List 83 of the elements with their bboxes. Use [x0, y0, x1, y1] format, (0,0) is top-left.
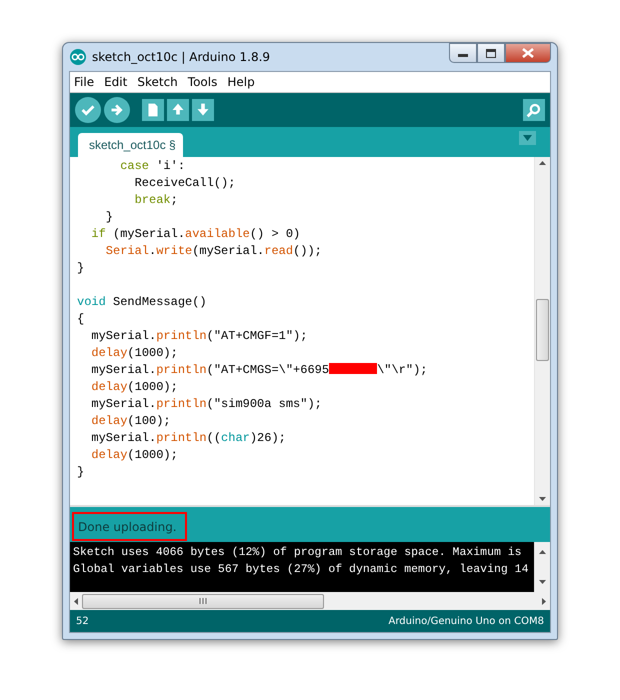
menu-item[interactable]: Help: [226, 75, 256, 89]
code-token: )26);: [250, 431, 286, 445]
close-button[interactable]: [505, 43, 551, 63]
code-token: (1000);: [127, 380, 178, 394]
tab-menu-button[interactable]: [519, 131, 536, 145]
code-token: \"\r");: [377, 363, 428, 377]
scroll-down-icon: [539, 580, 546, 584]
console-line: Global variables use 567 bytes (27%) of dynamic memory, leaving 14: [73, 562, 530, 578]
scroll-up-icon: [539, 550, 546, 554]
file-tab[interactable]: sketch_oct10c §: [78, 133, 183, 157]
menu-item[interactable]: Edit: [103, 75, 128, 89]
upload-button[interactable]: [104, 97, 130, 123]
code-token: () > 0): [250, 227, 300, 241]
code-token: println: [156, 363, 207, 377]
code-token: .: [149, 244, 156, 258]
code-token: write: [156, 244, 192, 258]
code-token: break: [134, 193, 171, 207]
code-token: if: [90, 227, 106, 241]
code-token: ("AT+CMGF=1");: [206, 329, 308, 343]
serial-monitor-button[interactable]: [523, 99, 545, 121]
vertical-scrollbar[interactable]: [534, 157, 550, 505]
console-scrollbar[interactable]: [534, 542, 550, 592]
code-token: mySerial.: [90, 431, 156, 445]
maximize-button[interactable]: [477, 43, 505, 63]
code-token: mySerial.: [90, 397, 156, 411]
open-button[interactable]: [167, 99, 189, 121]
code-token: delay: [90, 414, 128, 428]
infinity-logo-icon: [69, 49, 87, 65]
code-token: 'i':: [155, 159, 186, 173]
code-token: read: [264, 244, 294, 258]
scroll-up-icon: [539, 161, 546, 165]
code-token: }: [104, 210, 114, 224]
scroll-thumb[interactable]: [82, 594, 324, 608]
horizontal-scrollbar[interactable]: [70, 592, 550, 610]
console-line: Sketch uses 4066 bytes (12%) of program storage space. Maximum is: [73, 545, 523, 561]
window-title: sketch_oct10c | Arduino 1.8.9: [92, 50, 270, 64]
code-token: ReceiveCall();: [134, 176, 236, 190]
code-token: SendMessage(): [112, 295, 207, 309]
board-info: Arduino/Genuino Uno on COM8: [388, 616, 544, 626]
code-token: ());: [293, 244, 322, 258]
grip-icon: [199, 598, 207, 604]
code-token: ("AT+CMGS=\"+6695: [206, 363, 330, 377]
redaction-mark: [329, 363, 378, 374]
verify-button[interactable]: [75, 97, 101, 123]
maximize-icon: [486, 48, 496, 58]
code-token: println: [156, 431, 207, 445]
code-token: delay: [90, 448, 128, 462]
code-token: }: [77, 261, 84, 275]
code-token: (100);: [127, 414, 171, 428]
code-token: (1000);: [127, 448, 178, 462]
code-token: ((: [206, 431, 222, 445]
code-token: delay: [90, 346, 128, 360]
scroll-down-icon: [539, 497, 546, 501]
caret-icon: [523, 135, 532, 141]
code-token: }: [77, 465, 84, 479]
save-button[interactable]: [192, 99, 214, 121]
scroll-right-icon: [542, 598, 546, 604]
code-token: {: [77, 312, 84, 326]
code-token: void: [77, 295, 106, 309]
code-token: Serial: [104, 244, 150, 258]
code-token: (mySerial.: [112, 227, 186, 241]
code-token: (1000);: [127, 346, 178, 360]
code-token: ;: [170, 193, 178, 207]
code-token: case: [119, 159, 150, 173]
code-token: mySerial.: [90, 363, 156, 377]
scroll-left-icon: [74, 598, 78, 604]
menu-item[interactable]: Tools: [186, 75, 218, 89]
code-token: mySerial.: [90, 329, 156, 343]
minimize-button[interactable]: [449, 43, 477, 63]
code-token: char: [221, 431, 250, 445]
new-button[interactable]: [142, 99, 164, 121]
code-token: println: [156, 397, 207, 411]
code-token: (mySerial.: [192, 244, 264, 258]
status-message: Done uploading.: [72, 512, 187, 541]
line-number: 52: [76, 616, 89, 626]
menu-item[interactable]: File: [73, 75, 96, 89]
code-token: delay: [90, 380, 128, 394]
code-token: available: [185, 227, 250, 241]
scroll-thumb[interactable]: [536, 299, 549, 361]
close-icon: [522, 48, 534, 58]
code-token: ("sim900a sms");: [206, 397, 322, 411]
code-token: println: [156, 329, 207, 343]
menu-item[interactable]: Sketch: [136, 75, 179, 89]
